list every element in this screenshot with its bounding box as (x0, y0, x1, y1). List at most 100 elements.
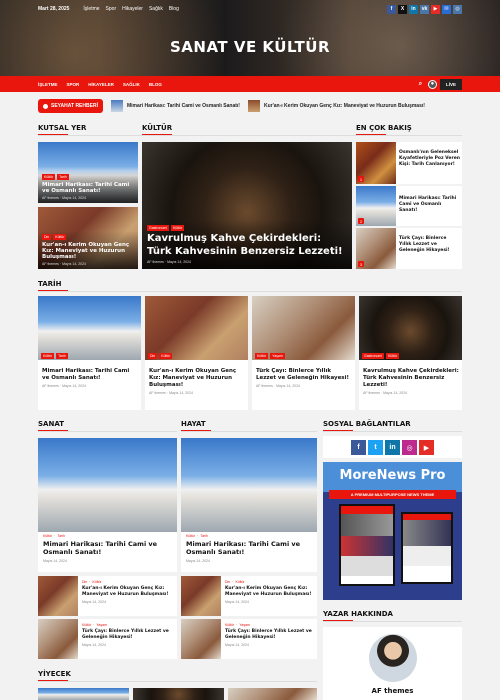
post-card[interactable]: Kültür · Tarih Mimari Harikası: Tarihi Cam… (38, 438, 177, 572)
post-card[interactable] (228, 688, 317, 700)
post-title[interactable]: Kur'an-ı Kerim Okuyan Genç Kız: Maneviya… (149, 368, 245, 389)
post-card[interactable]: Kültür · Tarih Mimari Harikası: Tarihi Cam… (181, 438, 317, 572)
category-link[interactable]: Din (82, 580, 87, 584)
post-author[interactable]: AF themes (363, 391, 380, 395)
instagram-icon[interactable]: ◎ (453, 4, 462, 14)
ad-banner[interactable]: MoreNews Pro A PREMIUM MULTIPURPOSE NEWS… (323, 462, 462, 600)
category-badge[interactable]: Tarih (57, 174, 69, 180)
top-link-blog[interactable]: Blog (169, 6, 179, 12)
post-title[interactable]: Osmanlı'nın Geleneksel Kıyafetleriyle Po… (399, 150, 460, 168)
youtube-icon[interactable]: ▶ (431, 4, 440, 14)
top-link-saglik[interactable]: Sağlık (149, 6, 163, 12)
featured-post[interactable]: Gastronomi Kültür Kavrulmuş Kahve Çekirde… (142, 142, 352, 269)
nav-item-spor[interactable]: SPOR (67, 82, 80, 87)
post-title[interactable]: Kavrulmuş Kahve Çekirdekleri: Türk Kahve… (363, 368, 459, 389)
ticker-item[interactable]: Mimari Harikası: Tarihi Cami ve Osmanlı … (110, 100, 240, 112)
list-item[interactable]: Din · Kültür Kur'an-ı Kerim Okuyan Genç Kı… (181, 576, 317, 616)
youtube-icon[interactable]: ▶ (419, 440, 434, 455)
category-link[interactable]: Tarih (57, 534, 65, 538)
post-card[interactable]: Kültür Yaşam Türk Çayı: Binlerce Yıllık L… (252, 296, 355, 410)
instagram-icon[interactable]: ◎ (402, 440, 417, 455)
post-title[interactable]: Mimari Harikası: Tarihi Cami ve Osmanlı … (42, 182, 134, 194)
category-link[interactable]: Kültür (82, 623, 91, 627)
linkedin-icon[interactable]: in (385, 440, 400, 455)
post-author[interactable]: AF themes (42, 196, 59, 200)
category-badge[interactable]: Kültür (42, 174, 56, 180)
category-badge[interactable]: Kültür (171, 225, 185, 231)
post-author[interactable]: AF themes (147, 260, 164, 264)
category-badge[interactable]: Kültür (53, 234, 67, 240)
ticker-item[interactable]: Kur'an-ı Kerim Okuyan Genç Kız: Maneviya… (247, 100, 425, 112)
post-card[interactable] (38, 688, 129, 700)
post-author[interactable]: AF themes (149, 391, 166, 395)
nav-item-hikayeler[interactable]: HİKAYELER (88, 82, 114, 87)
category-badge[interactable]: Kültür (386, 353, 400, 359)
category-link[interactable]: Kültür (235, 580, 244, 584)
category-link[interactable]: Tarih (200, 534, 208, 538)
top-link-hikayeler[interactable]: Hikayeler (122, 6, 143, 12)
theme-toggle-icon[interactable]: ● (427, 79, 437, 89)
category-badge[interactable]: Gastronomi (362, 353, 385, 359)
post-card[interactable]: Din Kültür Kur'an-ı Kerim Okuyan Genç Kız… (38, 207, 138, 269)
live-button[interactable]: LİVE (439, 78, 462, 90)
post-title[interactable]: Kur'an-ı Kerim Okuyan Genç Kız: Maneviya… (225, 586, 314, 598)
top-link-spor[interactable]: Spor (106, 6, 117, 12)
nav-item-saglik[interactable]: SAĞLIK (123, 82, 140, 87)
facebook-icon[interactable]: f (387, 4, 396, 14)
nav-item-blog[interactable]: BLOG (149, 82, 162, 87)
list-item[interactable]: Kültür · Yaşam Türk Çayı: Binlerce Yıllık … (38, 619, 177, 659)
post-title[interactable]: Kavrulmuş Kahve Çekirdekleri: Türk Kahve… (147, 233, 347, 258)
category-badge[interactable]: Din (148, 353, 158, 359)
post-title[interactable]: Türk Çayı: Binlerce Yıllık Lezzet ve Gel… (399, 236, 460, 254)
ticker-item-text[interactable]: Mimari Harikası: Tarihi Cami ve Osmanlı … (127, 103, 240, 109)
post-title[interactable]: Mimari Harikası: Tarihi Cami ve Osmanlı … (43, 540, 173, 557)
list-item[interactable]: Din · Kültür Kur'an-ı Kerim Okuyan Genç Kı… (38, 576, 177, 616)
post-title[interactable]: Türk Çayı: Binlerce Yıllık Lezzet ve Gel… (82, 629, 174, 641)
category-link[interactable]: Kültür (43, 534, 52, 538)
x-icon[interactable]: t (368, 440, 383, 455)
category-badge[interactable]: Gastronomi (147, 225, 170, 231)
linkedin-icon[interactable]: in (409, 4, 418, 14)
nav-item-isletme[interactable]: İŞLETME (38, 82, 58, 87)
author-name[interactable]: AF themes (323, 687, 462, 695)
post-card[interactable]: Gastronomi Kültür Kavrulmuş Kahve Çekirde… (359, 296, 462, 410)
category-link[interactable]: Kültür (186, 534, 195, 538)
facebook-icon[interactable]: f (351, 440, 366, 455)
category-link[interactable]: Yaşam (96, 623, 107, 627)
vk-icon[interactable]: vk (420, 4, 429, 14)
post-author[interactable]: AF themes (42, 384, 59, 388)
category-badge[interactable]: Tarih (56, 353, 68, 359)
post-title[interactable]: Mimari Harikası: Tarihi Cami ve Osmanlı … (186, 540, 313, 557)
x-icon[interactable]: X (398, 4, 407, 14)
post-author[interactable]: AF themes (256, 384, 273, 388)
site-title[interactable]: SANAT VE KÜLTÜR (0, 38, 500, 56)
post-title[interactable]: Kur'an-ı Kerim Okuyan Genç Kız: Maneviya… (82, 586, 174, 598)
category-badge[interactable]: Kültür (255, 353, 269, 359)
post-card[interactable]: Kültür Tarih Mimari Harikası: Tarihi Cami… (38, 142, 138, 203)
most-viewed-item[interactable]: 3 Türk Çayı: Binlerce Yıllık Lezzet ve G… (356, 228, 462, 269)
category-link[interactable]: Kültür (225, 623, 234, 627)
post-author[interactable]: AF themes (42, 262, 59, 266)
post-card[interactable]: Din Kültür Kur'an-ı Kerim Okuyan Genç Kız… (145, 296, 248, 410)
post-title[interactable]: Kur'an-ı Kerim Okuyan Genç Kız: Maneviya… (42, 242, 134, 260)
post-card[interactable]: Kültür Tarih Mimari Harikası: Tarihi Cami… (38, 296, 141, 410)
category-link[interactable]: Kültür (92, 580, 101, 584)
category-badge[interactable]: Kültür (159, 353, 173, 359)
ticker-item-text[interactable]: Kur'an-ı Kerim Okuyan Genç Kız: Maneviya… (264, 103, 425, 109)
search-icon[interactable]: ⌕ (416, 80, 425, 89)
post-title[interactable]: Türk Çayı: Binlerce Yıllık Lezzet ve Gel… (225, 629, 314, 641)
post-card[interactable] (133, 688, 224, 700)
post-title[interactable]: Mimari Harikası: Tarihi Cami ve Osmanlı … (399, 196, 460, 214)
most-viewed-item[interactable]: 1 Osmanlı'nın Geleneksel Kıyafetleriyle … (356, 142, 462, 184)
top-link-isletme[interactable]: İşletme (83, 6, 99, 12)
category-badge[interactable]: Yaşam (270, 353, 285, 359)
list-item[interactable]: Kültür · Yaşam Türk Çayı: Binlerce Yıllık … (181, 619, 317, 659)
category-link[interactable]: Yaşam (239, 623, 250, 627)
post-title[interactable]: Türk Çayı: Binlerce Yıllık Lezzet ve Gel… (256, 368, 352, 382)
post-title[interactable]: Mimari Harikası: Tarihi Cami ve Osmanlı … (42, 368, 138, 382)
category-badge[interactable]: Kültür (41, 353, 55, 359)
mail-icon[interactable]: ✉ (442, 4, 451, 14)
category-link[interactable]: Din (225, 580, 230, 584)
most-viewed-item[interactable]: 2 Mimari Harikası: Tarihi Cami ve Osmanl… (356, 186, 462, 226)
category-badge[interactable]: Din (42, 234, 52, 240)
